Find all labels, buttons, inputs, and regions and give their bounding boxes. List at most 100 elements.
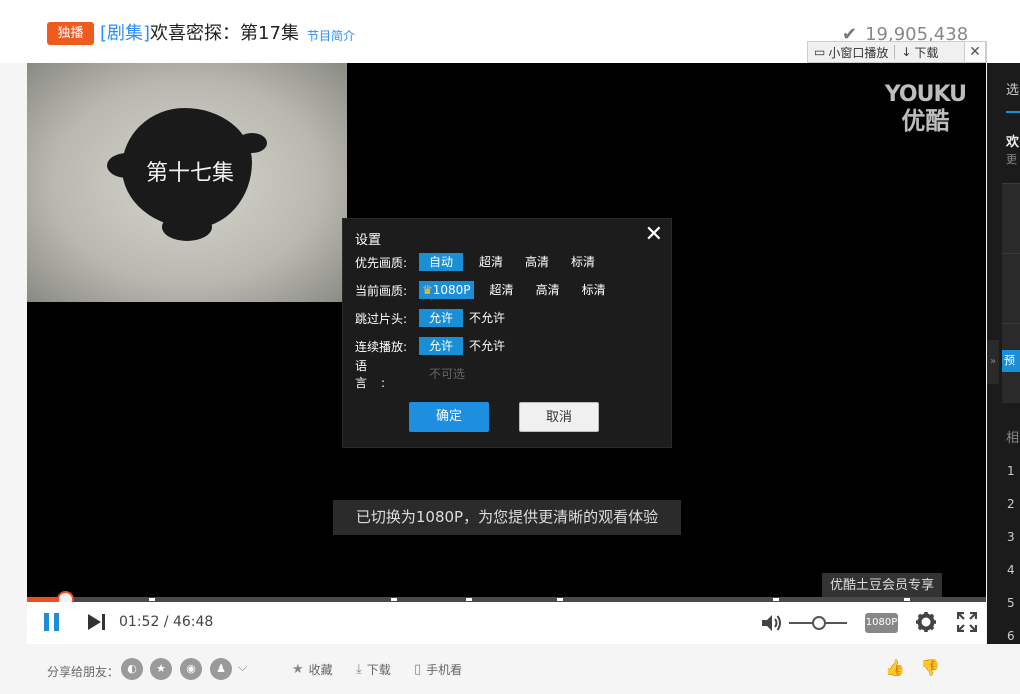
close-icon[interactable]: ✕ [964, 41, 986, 63]
youku-logo: YOUKU 优酷 [884, 82, 967, 136]
star-icon: ★ [292, 662, 304, 677]
total-time: 46:48 [172, 614, 214, 630]
option-auto[interactable]: 自动 [419, 253, 464, 271]
chapter-marker [149, 598, 155, 601]
episode-sidebar: 选 欢 更 » 预 相 1 2 3 4 5 6 [987, 63, 1020, 644]
confirm-button[interactable]: 确定 [409, 402, 489, 432]
favorite-label: 收藏 [308, 663, 333, 677]
option-label: 1080P [432, 283, 471, 297]
option-high[interactable]: 高清 [519, 253, 555, 271]
qq-icon[interactable]: ♟ [210, 658, 232, 680]
preview-badge: 预 [1002, 350, 1020, 372]
tab-episodes[interactable]: 选 [1006, 79, 1019, 98]
gear-icon[interactable] [915, 611, 937, 637]
close-icon[interactable]: ✕ [645, 223, 663, 247]
quality-switch-toast: 已切换为1080P，为您提供更清晰的观看体验 [333, 500, 681, 535]
episode-list-item[interactable] [1002, 183, 1020, 253]
chapter-marker [904, 598, 910, 601]
skip-intro-row: 跳过片头: 允许 不允许 [355, 308, 521, 328]
option-allow[interactable]: 允许 [419, 337, 464, 355]
preferred-quality-row: 优先画质: 自动 超清 高清 标清 [355, 252, 611, 272]
ink-splash [237, 133, 267, 153]
related-rank[interactable]: 4 [1007, 563, 1015, 577]
program-intro-link[interactable]: 节目简介 [307, 27, 355, 44]
tv-icon: ▭ [814, 45, 826, 59]
language-value: 不可选 [429, 367, 466, 381]
row-label: 连续播放: [355, 339, 408, 354]
weibo-icon[interactable]: ◉ [180, 658, 202, 680]
autoplay-row: 连续播放: 允许 不允许 [355, 336, 521, 356]
related-rank[interactable]: 5 [1007, 596, 1015, 610]
title-category-link[interactable]: [剧集] [100, 23, 150, 44]
related-label: 相 [1006, 431, 1020, 446]
episode-list-item[interactable] [1002, 253, 1020, 323]
pause-icon[interactable] [44, 613, 60, 631]
row-label: 语言: [355, 359, 400, 390]
mini-window-button[interactable]: ▭ 小窗口播放 [808, 42, 894, 62]
row-label: 当前画质: [355, 283, 408, 298]
related-rank[interactable]: 3 [1007, 530, 1015, 544]
chapter-marker [391, 598, 397, 601]
time-display: 01:52 / 46:48 [119, 614, 214, 630]
video-frame: 第十七集 [27, 63, 347, 302]
phone-icon: ▯ [414, 662, 422, 677]
page: 独播 [剧集]欢喜密探：第17集 节目简介 ✔ 19,905,438 ▭ 小窗口播… [0, 0, 1020, 694]
volume-handle[interactable] [812, 616, 826, 630]
option-disallow[interactable]: 不允许 [463, 337, 511, 355]
cancel-button[interactable]: 取消 [519, 402, 599, 432]
option-high[interactable]: 高清 [530, 281, 566, 299]
share-label: 分享给朋友： [47, 665, 120, 679]
download-label: 下载 [366, 663, 391, 677]
quality-button[interactable]: 1080P [865, 613, 898, 633]
control-bar: 01:52 / 46:48 1080P [27, 602, 986, 644]
current-time: 01:52 [119, 614, 160, 630]
chapter-marker [466, 598, 472, 601]
option-super[interactable]: 超清 [473, 253, 509, 271]
fullscreen-icon[interactable] [956, 611, 978, 636]
download-icon: ⤓ [356, 662, 362, 677]
tab-indicator [1006, 111, 1020, 113]
option-allow[interactable]: 允许 [419, 309, 464, 327]
related-rank[interactable]: 6 [1007, 629, 1015, 643]
chapter-marker [557, 598, 563, 601]
qzone-icon[interactable]: ★ [150, 658, 172, 680]
option-1080p[interactable]: ♛1080P [419, 281, 474, 299]
title-text: 欢喜密探：第17集 [150, 23, 299, 44]
logo-text-en: YOUKU [884, 82, 967, 107]
wechat-icon[interactable]: ◐ [121, 658, 143, 680]
download-button[interactable]: ⤓ 下载 [356, 661, 391, 678]
mobile-watch-button[interactable]: ▯ 手机看 [414, 661, 462, 678]
thumbs-down-icon[interactable]: 👎 [920, 658, 940, 677]
ink-splash [107, 153, 147, 178]
download-arrow-icon: ↓ [901, 45, 912, 59]
language-row: 语言: 不可选 [355, 359, 485, 390]
current-show-sub: 更 [1006, 153, 1017, 166]
favorite-button[interactable]: ★ 收藏 [292, 661, 333, 678]
settings-title: 设置 [355, 233, 382, 248]
mobile-label: 手机看 [426, 663, 463, 677]
download-label: 下载 [914, 45, 939, 60]
next-icon[interactable] [87, 613, 107, 635]
page-title: [剧集]欢喜密探：第17集 [100, 21, 299, 47]
option-standard[interactable]: 标清 [565, 253, 601, 271]
volume-icon[interactable] [761, 613, 783, 637]
row-label: 优先画质: [355, 255, 408, 270]
sidebar-collapse-button[interactable]: » [987, 340, 999, 384]
thumbs-up-icon[interactable]: 👍 [885, 658, 905, 677]
video-player[interactable]: 第十七集 YOUKU 优酷 设置 ✕ 优先画质: 自动 超清 高清 标清 当前画… [27, 63, 986, 644]
episode-caption: 第十七集 [145, 161, 234, 186]
mini-player-bar: ▭ 小窗口播放 ↓ 下载 ✕ [807, 41, 987, 63]
chevron-down-icon[interactable]: ⌵ [238, 660, 247, 675]
related-rank[interactable]: 1 [1007, 464, 1015, 478]
exclusive-badge: 独播 [47, 22, 94, 45]
chapter-marker [773, 598, 779, 601]
ink-splash [162, 213, 212, 241]
option-standard[interactable]: 标清 [576, 281, 612, 299]
download-button[interactable]: ↓ 下载 [895, 42, 944, 62]
vip-tooltip: 优酷土豆会员专享 [822, 573, 942, 598]
settings-dialog: 设置 ✕ 优先画质: 自动 超清 高清 标清 当前画质: ♛1080P 超清 高… [342, 218, 672, 448]
related-rank[interactable]: 2 [1007, 497, 1015, 511]
option-super[interactable]: 超清 [484, 281, 520, 299]
mini-window-label: 小窗口播放 [828, 45, 889, 60]
option-disallow[interactable]: 不允许 [463, 309, 511, 327]
